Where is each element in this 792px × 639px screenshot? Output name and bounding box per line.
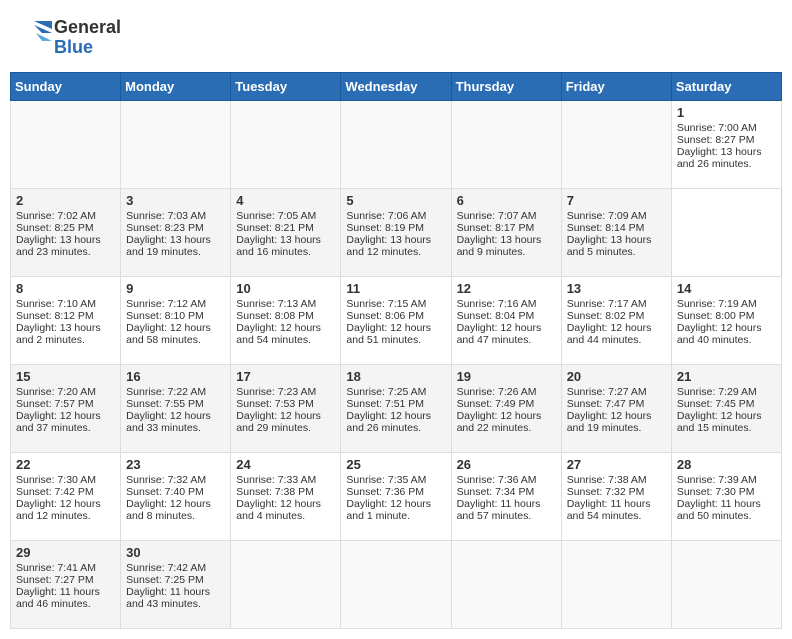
day-number: 8 (16, 281, 115, 296)
empty-cell (121, 100, 231, 188)
logo: General Blue (14, 18, 121, 58)
day-number: 15 (16, 369, 115, 384)
calendar-day-13: 13Sunrise: 7:17 AMSunset: 8:02 PMDayligh… (561, 276, 671, 364)
calendar-day-25: 25Sunrise: 7:35 AMSunset: 7:36 PMDayligh… (341, 452, 451, 540)
day-header-saturday: Saturday (671, 72, 781, 100)
calendar-day-10: 10Sunrise: 7:13 AMSunset: 8:08 PMDayligh… (231, 276, 341, 364)
day-number: 30 (126, 545, 225, 560)
day-number: 20 (567, 369, 666, 384)
day-number: 29 (16, 545, 115, 560)
empty-cell (671, 540, 781, 628)
day-number: 1 (677, 105, 776, 120)
calendar-day-4: 4Sunrise: 7:05 AMSunset: 8:21 PMDaylight… (231, 188, 341, 276)
calendar-day-22: 22Sunrise: 7:30 AMSunset: 7:42 PMDayligh… (11, 452, 121, 540)
calendar-day-5: 5Sunrise: 7:06 AMSunset: 8:19 PMDaylight… (341, 188, 451, 276)
day-number: 12 (457, 281, 556, 296)
day-header-sunday: Sunday (11, 72, 121, 100)
empty-cell (231, 540, 341, 628)
calendar-week-3: 8Sunrise: 7:10 AMSunset: 8:12 PMDaylight… (11, 276, 782, 364)
calendar-day-27: 27Sunrise: 7:38 AMSunset: 7:32 PMDayligh… (561, 452, 671, 540)
logo-general: General (54, 18, 121, 38)
logo-bird-icon (14, 19, 52, 57)
calendar-day-28: 28Sunrise: 7:39 AMSunset: 7:30 PMDayligh… (671, 452, 781, 540)
calendar-week-6: 29Sunrise: 7:41 AMSunset: 7:27 PMDayligh… (11, 540, 782, 628)
empty-cell (561, 540, 671, 628)
day-number: 9 (126, 281, 225, 296)
calendar-day-14: 14Sunrise: 7:19 AMSunset: 8:00 PMDayligh… (671, 276, 781, 364)
calendar-week-5: 22Sunrise: 7:30 AMSunset: 7:42 PMDayligh… (11, 452, 782, 540)
day-header-monday: Monday (121, 72, 231, 100)
day-number: 28 (677, 457, 776, 472)
empty-cell (451, 100, 561, 188)
calendar-day-6: 6Sunrise: 7:07 AMSunset: 8:17 PMDaylight… (451, 188, 561, 276)
empty-cell (341, 100, 451, 188)
calendar-day-26: 26Sunrise: 7:36 AMSunset: 7:34 PMDayligh… (451, 452, 561, 540)
day-number: 27 (567, 457, 666, 472)
day-number: 10 (236, 281, 335, 296)
day-number: 18 (346, 369, 445, 384)
calendar-day-17: 17Sunrise: 7:23 AMSunset: 7:53 PMDayligh… (231, 364, 341, 452)
calendar-week-2: 2Sunrise: 7:02 AMSunset: 8:25 PMDaylight… (11, 188, 782, 276)
calendar-day-24: 24Sunrise: 7:33 AMSunset: 7:38 PMDayligh… (231, 452, 341, 540)
day-header-tuesday: Tuesday (231, 72, 341, 100)
calendar-day-1: 1Sunrise: 7:00 AMSunset: 8:27 PMDaylight… (671, 100, 781, 188)
day-header-wednesday: Wednesday (341, 72, 451, 100)
calendar-day-11: 11Sunrise: 7:15 AMSunset: 8:06 PMDayligh… (341, 276, 451, 364)
calendar-day-8: 8Sunrise: 7:10 AMSunset: 8:12 PMDaylight… (11, 276, 121, 364)
calendar-day-12: 12Sunrise: 7:16 AMSunset: 8:04 PMDayligh… (451, 276, 561, 364)
calendar-day-16: 16Sunrise: 7:22 AMSunset: 7:55 PMDayligh… (121, 364, 231, 452)
day-number: 22 (16, 457, 115, 472)
day-number: 26 (457, 457, 556, 472)
day-number: 17 (236, 369, 335, 384)
day-number: 3 (126, 193, 225, 208)
day-header-friday: Friday (561, 72, 671, 100)
day-number: 11 (346, 281, 445, 296)
calendar-day-19: 19Sunrise: 7:26 AMSunset: 7:49 PMDayligh… (451, 364, 561, 452)
day-number: 13 (567, 281, 666, 296)
page-header: General Blue (10, 10, 782, 66)
calendar-day-3: 3Sunrise: 7:03 AMSunset: 8:23 PMDaylight… (121, 188, 231, 276)
day-number: 25 (346, 457, 445, 472)
empty-cell (341, 540, 451, 628)
day-number: 2 (16, 193, 115, 208)
day-header-row: SundayMondayTuesdayWednesdayThursdayFrid… (11, 72, 782, 100)
calendar-week-4: 15Sunrise: 7:20 AMSunset: 7:57 PMDayligh… (11, 364, 782, 452)
calendar-day-7: 7Sunrise: 7:09 AMSunset: 8:14 PMDaylight… (561, 188, 671, 276)
calendar-day-29: 29Sunrise: 7:41 AMSunset: 7:27 PMDayligh… (11, 540, 121, 628)
calendar-day-20: 20Sunrise: 7:27 AMSunset: 7:47 PMDayligh… (561, 364, 671, 452)
day-number: 6 (457, 193, 556, 208)
empty-cell (451, 540, 561, 628)
calendar-day-9: 9Sunrise: 7:12 AMSunset: 8:10 PMDaylight… (121, 276, 231, 364)
empty-cell (561, 100, 671, 188)
day-number: 24 (236, 457, 335, 472)
calendar-day-15: 15Sunrise: 7:20 AMSunset: 7:57 PMDayligh… (11, 364, 121, 452)
calendar-day-30: 30Sunrise: 7:42 AMSunset: 7:25 PMDayligh… (121, 540, 231, 628)
day-number: 4 (236, 193, 335, 208)
empty-cell (231, 100, 341, 188)
day-header-thursday: Thursday (451, 72, 561, 100)
calendar-day-18: 18Sunrise: 7:25 AMSunset: 7:51 PMDayligh… (341, 364, 451, 452)
calendar-week-1: 1Sunrise: 7:00 AMSunset: 8:27 PMDaylight… (11, 100, 782, 188)
calendar-table: SundayMondayTuesdayWednesdayThursdayFrid… (10, 72, 782, 629)
calendar-day-2: 2Sunrise: 7:02 AMSunset: 8:25 PMDaylight… (11, 188, 121, 276)
calendar-day-23: 23Sunrise: 7:32 AMSunset: 7:40 PMDayligh… (121, 452, 231, 540)
day-number: 14 (677, 281, 776, 296)
day-number: 7 (567, 193, 666, 208)
logo-blue: Blue (54, 38, 121, 58)
calendar-day-21: 21Sunrise: 7:29 AMSunset: 7:45 PMDayligh… (671, 364, 781, 452)
day-number: 5 (346, 193, 445, 208)
day-number: 16 (126, 369, 225, 384)
day-number: 19 (457, 369, 556, 384)
day-number: 23 (126, 457, 225, 472)
day-number: 21 (677, 369, 776, 384)
empty-cell (11, 100, 121, 188)
